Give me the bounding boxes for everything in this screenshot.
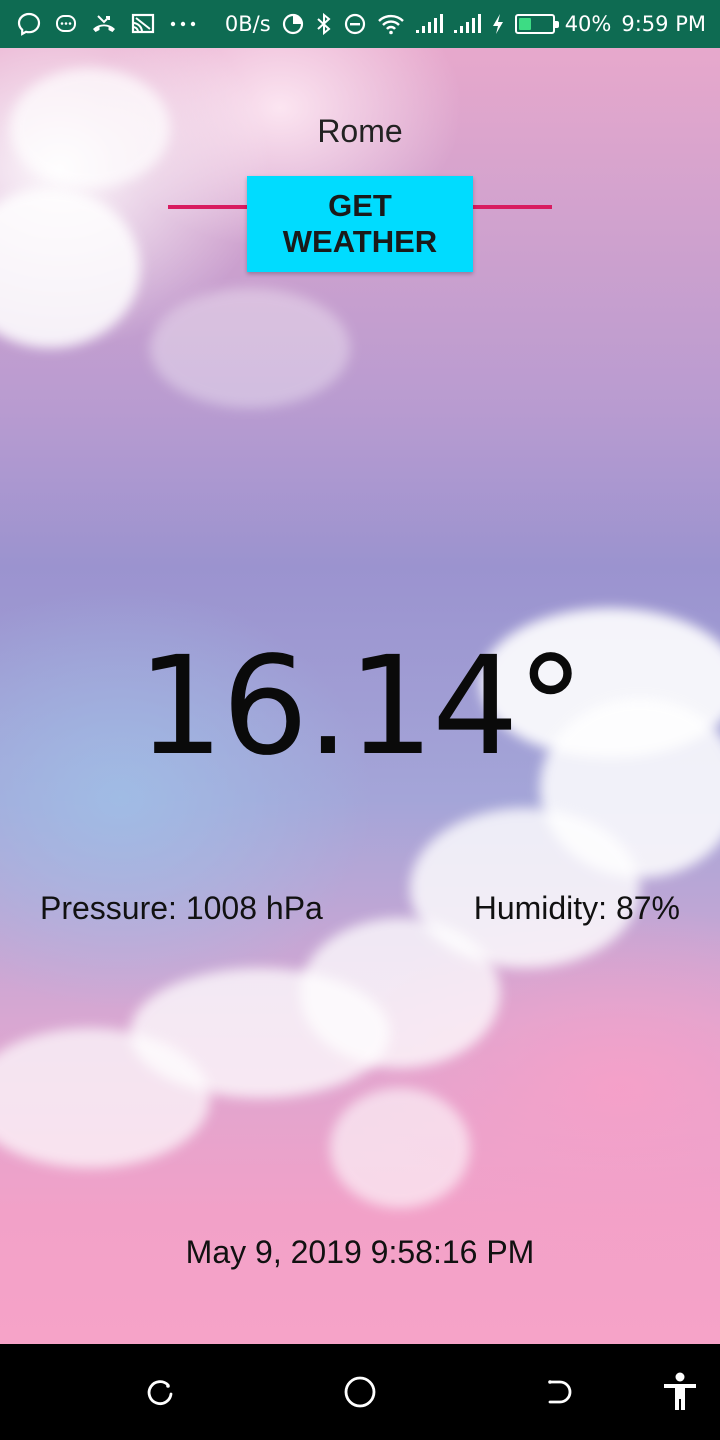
- pressure-value: Pressure: 1008 hPa: [40, 890, 323, 926]
- status-bar-notifications: [16, 12, 198, 36]
- network-speed: 0B/s: [224, 12, 271, 36]
- city-field[interactable]: [168, 106, 552, 162]
- do-not-disturb-icon: [343, 12, 367, 36]
- battery-percent: 40%: [564, 12, 612, 36]
- messenger-icon: [16, 12, 42, 36]
- bluetooth-icon: [315, 12, 333, 36]
- accessibility-icon[interactable]: [662, 1372, 698, 1410]
- more-notifications-icon: [168, 12, 198, 36]
- signal-icon: [415, 12, 443, 36]
- last-updated-datetime: May 9, 2019 9:58:16 PM: [185, 1234, 535, 1270]
- status-bar: 0B/s 40% 9:59 PM: [0, 0, 720, 48]
- missed-call-icon: [90, 12, 118, 36]
- chat-bubble-icon: [54, 12, 78, 36]
- battery-level-fill: [518, 18, 532, 30]
- battery-icon: [514, 14, 559, 34]
- back-icon[interactable]: [542, 1374, 578, 1410]
- city-input[interactable]: [168, 106, 552, 162]
- humidity-value: Humidity: 87%: [473, 890, 680, 926]
- cast-icon: [130, 12, 156, 36]
- get-weather-button[interactable]: GET WEATHER: [247, 176, 473, 272]
- charging-icon: [491, 12, 505, 36]
- status-bar-system: 0B/s 40% 9:59 PM: [225, 12, 706, 36]
- recents-icon[interactable]: [142, 1374, 178, 1410]
- status-time: 9:59 PM: [621, 12, 706, 36]
- weather-app-screen: GET WEATHER 16.14° Pressure: 1008 hPa Hu…: [0, 48, 720, 1344]
- wifi-icon: [377, 12, 405, 36]
- data-saver-icon: [281, 12, 305, 36]
- home-icon[interactable]: [342, 1374, 378, 1410]
- signal-icon: [453, 12, 481, 36]
- navigation-bar: [0, 1344, 720, 1440]
- temperature-value: 16.14°: [137, 628, 584, 786]
